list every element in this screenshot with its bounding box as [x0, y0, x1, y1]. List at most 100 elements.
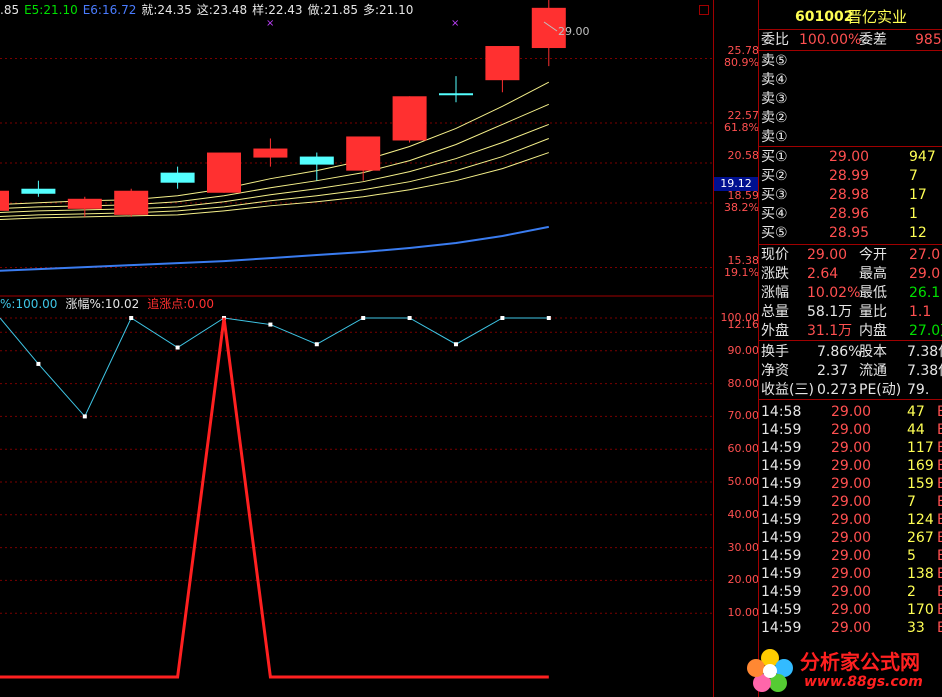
lower-header-item-1: 涨幅%:10.02 [65, 297, 140, 311]
buy-level-1: 买① 29.00 947 [759, 148, 942, 166]
indicator-point-6 [268, 322, 273, 327]
tick-row[interactable]: 14:59 29.00 159 B [759, 475, 942, 493]
tick-volume: 117 [907, 440, 934, 456]
tick-volume: 170 [907, 602, 934, 618]
tick-time: 14:59 [761, 530, 802, 546]
tick-time: 14:59 [761, 422, 802, 438]
quote-label: 总量 [761, 304, 789, 320]
lower-header-item-0: %:100.00 [0, 297, 58, 311]
tick-volume: 267 [907, 530, 934, 546]
buy-level-3: 买③ 28.98 17 [759, 186, 942, 204]
flower-logo-icon [747, 649, 793, 692]
info-row-1: 净资 2.37 流通 7.38亿 [759, 362, 942, 380]
header-item-4: 这:23.48 [196, 3, 248, 17]
tick-row[interactable]: 14:59 29.00 170 B [759, 601, 942, 619]
tick-row[interactable]: 14:59 29.00 5 B [759, 547, 942, 565]
kline-chart-svg[interactable]: × ×29.00 [0, 0, 713, 697]
tick-row[interactable]: 14:59 29.00 7 B [759, 493, 942, 511]
lower-axis-label-8: 20.00 [727, 573, 760, 587]
header-item-7: 多:21.10 [362, 3, 414, 17]
quote-label: 内盘 [859, 323, 887, 339]
indicator-point-7 [314, 342, 319, 347]
tick-volume: 2 [907, 584, 916, 600]
chase-point-line [0, 317, 549, 679]
weibi-value: 100.00% [799, 32, 862, 48]
sell-level-2: 卖② [759, 109, 942, 127]
tick-time: 14:59 [761, 602, 802, 618]
window-restore-icon[interactable] [699, 5, 709, 15]
candle-body-3 [114, 190, 149, 215]
tick-flag: B [937, 548, 942, 564]
sell-level-label: 卖⑤ [761, 53, 788, 69]
kline-chart-area[interactable]: × × 29.00 .85 E5:21.10 E6:16.72 就:24.35 这:23.4… [0, 0, 713, 697]
lower-axis-label-6: 40.00 [727, 507, 760, 521]
tick-flag: B [937, 602, 942, 618]
candle-body-10 [439, 93, 473, 96]
indicator-point-8 [361, 316, 366, 320]
tick-row[interactable]: 14:59 29.00 169 B [759, 457, 942, 475]
tick-flag: B [937, 512, 942, 528]
info-value: 7.86% [817, 344, 862, 360]
candle-body-6 [253, 148, 288, 158]
lower-indicator-header: %:100.00 涨幅%:10.02 追涨点:0.00 [0, 296, 222, 312]
tick-time: 14:59 [761, 440, 802, 456]
tick-time: 14:59 [761, 476, 802, 492]
divider [759, 340, 942, 341]
stock-code: 601002 [795, 9, 854, 25]
tick-row[interactable]: 14:59 29.00 117 B [759, 439, 942, 457]
info-value: 79. [907, 382, 930, 398]
info-row-2: 收益(三) 0.273 PE(动) 79. [759, 381, 942, 399]
buy-level-volume: 1 [909, 206, 918, 222]
indicator-point-11 [500, 316, 505, 320]
tick-time: 14:59 [761, 566, 802, 582]
tick-row[interactable]: 14:59 29.00 44 B [759, 421, 942, 439]
info-value: 7.38亿 [907, 363, 942, 379]
tick-row[interactable]: 14:59 29.00 267 B [759, 529, 942, 547]
tick-flag: B [937, 458, 942, 474]
quote-label: 量比 [859, 304, 887, 320]
quote-row-1: 涨跌 2.64 最高 29.0 [759, 265, 942, 283]
tick-row[interactable]: 14:59 29.00 124 B [759, 511, 942, 529]
divider [759, 399, 942, 400]
quote-value: 31.1万 [807, 323, 853, 339]
tick-volume: 124 [907, 512, 934, 528]
quote-row-3: 总量 58.1万 量比 1.1 [759, 303, 942, 321]
buy-level-label: 买③ [761, 187, 788, 203]
tick-time: 14:59 [761, 620, 802, 636]
price-axis-pct-0: 80.9% [724, 56, 759, 70]
quote-value: 29.00 [807, 247, 848, 263]
indicator-line [0, 317, 549, 418]
buy-level-volume: 7 [909, 168, 918, 184]
info-label: 换手 [761, 344, 789, 360]
lower-axis-label-1: 90.00 [727, 343, 760, 357]
tick-row[interactable]: 14:58 29.00 47 B [759, 403, 942, 421]
buy-level-label: 买① [761, 149, 788, 165]
tick-flag: B [937, 566, 942, 582]
buy-level-label: 买④ [761, 206, 788, 222]
weibi-label: 委比 [761, 32, 789, 48]
quote-label: 外盘 [761, 323, 789, 339]
buy-level-5: 买⑤ 28.95 12 [759, 224, 942, 242]
quote-value: 27.0万 [909, 323, 942, 339]
tick-row[interactable]: 14:59 29.00 2 B [759, 583, 942, 601]
tick-volume: 159 [907, 476, 934, 492]
candle-body-4 [160, 172, 195, 183]
quote-value: 1.1 [909, 304, 932, 320]
quote-value: 2.64 [807, 266, 839, 282]
lower-axis-label-0: 100.00 [720, 311, 760, 324]
tick-time: 14:59 [761, 458, 802, 474]
tick-row[interactable]: 14:59 29.00 33 B [759, 619, 942, 637]
ma-line-5 [0, 225, 549, 272]
buy-level-volume: 17 [909, 187, 927, 203]
lower-axis-label-9: 10.00 [727, 606, 760, 620]
tick-row[interactable]: 14:59 29.00 138 B [759, 565, 942, 583]
tick-time: 14:59 [761, 512, 802, 528]
tick-flag: B [937, 584, 942, 600]
sell-level-5: 卖⑤ [759, 52, 942, 70]
indicator-point-3 [129, 316, 134, 320]
tick-volume: 5 [907, 548, 916, 564]
buy-level-2: 买② 28.99 7 [759, 167, 942, 185]
tick-flag: B [937, 422, 942, 438]
quote-panel: 601002 晋亿实业 委比 100.00% 委差 985 卖⑤ 卖④ 卖③ 卖② 卖①… [758, 0, 942, 697]
sell-level-label: 卖① [761, 129, 788, 145]
